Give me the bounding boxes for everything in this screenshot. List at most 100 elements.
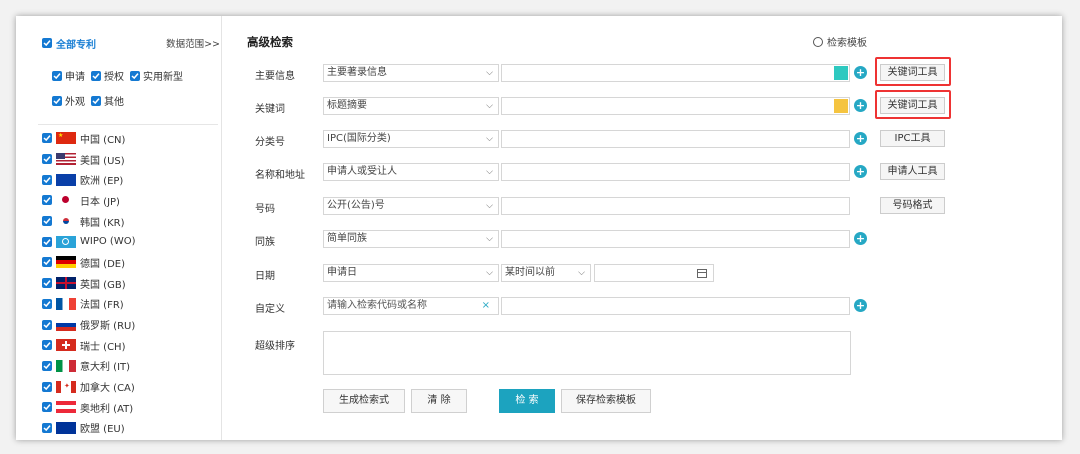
- country-item[interactable]: ✦ 加拿大 (CA): [42, 376, 220, 397]
- country-item[interactable]: 韩国 (KR): [42, 211, 220, 232]
- checkbox-checked-icon[interactable]: [91, 95, 101, 106]
- sidebar-divider: [38, 124, 218, 125]
- sidebar: 全部专利 数据范围>> 申请 授权 实用新型 外观 其他 ★ 中国 (CN) 美国 …: [16, 16, 222, 440]
- template-icon: [813, 36, 823, 47]
- name-address-select[interactable]: 申请人或受让人 ⌵: [323, 163, 499, 181]
- checkbox-checked-icon[interactable]: [42, 360, 52, 371]
- data-range-link[interactable]: 数据范围>>: [166, 36, 220, 50]
- checkbox-checked-icon[interactable]: [42, 257, 52, 268]
- country-item[interactable]: 法国 (FR): [42, 294, 220, 315]
- classification-input[interactable]: [501, 130, 850, 148]
- add-condition-icon[interactable]: +: [854, 132, 867, 145]
- save-template-button[interactable]: 保存检索模板: [561, 389, 651, 413]
- checkbox-checked-icon[interactable]: [42, 38, 52, 48]
- color-swatch: [834, 66, 848, 80]
- row-name-address: 名称和地址 申请人或受让人 ⌵ + 申请人工具: [233, 163, 1033, 181]
- chevron-down-icon: ⌵: [486, 68, 493, 78]
- advanced-search-panel: 高级检索 检索模板 主要信息 主要著录信息 ⌵ + 关键词工具 关键词 标题摘要 ⌵…: [233, 16, 1033, 440]
- clear-icon[interactable]: ×: [482, 298, 490, 314]
- country-label: 日本 (JP): [80, 196, 120, 208]
- country-item[interactable]: 欧盟 (EU): [42, 418, 220, 439]
- chevron-down-icon: ⌵: [486, 101, 493, 111]
- ipc-tool-button[interactable]: IPC工具: [880, 130, 945, 147]
- country-label: 德国 (DE): [80, 258, 125, 270]
- date-range-select[interactable]: 某时间以前 ⌵: [501, 264, 591, 282]
- sidebar-header: 全部专利 数据范围>>: [42, 36, 220, 51]
- type-design[interactable]: 外观: [52, 93, 85, 108]
- checkbox-checked-icon[interactable]: [91, 70, 101, 81]
- date-type-select[interactable]: 申请日 ⌵: [323, 264, 499, 282]
- row-number: 号码 公开(公告)号 ⌵ 号码格式: [233, 197, 1033, 215]
- country-item[interactable]: 俄罗斯 (RU): [42, 314, 220, 335]
- clear-button[interactable]: 清 除: [411, 389, 467, 413]
- country-item[interactable]: 瑞士 (CH): [42, 335, 220, 356]
- name-address-input[interactable]: [501, 163, 850, 181]
- field-label: 号码: [255, 204, 275, 215]
- country-label: 英国 (GB): [80, 279, 126, 291]
- all-patents-toggle[interactable]: 全部专利: [42, 36, 96, 51]
- checkbox-checked-icon[interactable]: [42, 278, 52, 289]
- date-input[interactable]: [594, 264, 714, 282]
- checkbox-checked-icon[interactable]: [42, 381, 52, 392]
- field-label: 分类号: [255, 137, 285, 148]
- country-item[interactable]: ★ 中国 (CN): [42, 128, 220, 149]
- flag-ep-icon: [56, 173, 76, 186]
- type-utility-model[interactable]: 实用新型: [130, 68, 183, 83]
- checkbox-checked-icon[interactable]: [130, 70, 140, 81]
- family-input[interactable]: [501, 230, 850, 248]
- keyword-field-select[interactable]: 标题摘要 ⌵: [323, 97, 499, 115]
- checkbox-checked-icon[interactable]: [42, 298, 52, 309]
- checkbox-checked-icon[interactable]: [52, 95, 62, 106]
- checkbox-checked-icon[interactable]: [42, 154, 52, 165]
- applicant-tool-button[interactable]: 申请人工具: [880, 163, 945, 180]
- checkbox-checked-icon[interactable]: [42, 402, 52, 413]
- calendar-icon[interactable]: [697, 269, 707, 278]
- flag-kr-icon: [56, 215, 76, 228]
- generate-query-button[interactable]: 生成检索式: [323, 389, 405, 413]
- checkbox-checked-icon[interactable]: [42, 236, 52, 247]
- country-item[interactable]: 欧洲 (EP): [42, 169, 220, 190]
- checkbox-checked-icon[interactable]: [42, 319, 52, 330]
- primary-info-select[interactable]: 主要著录信息 ⌵: [323, 64, 499, 82]
- keyword-input[interactable]: [501, 97, 850, 115]
- checkbox-checked-icon[interactable]: [42, 174, 52, 185]
- country-item[interactable]: WIPO (WO): [42, 231, 220, 252]
- row-custom: 自定义 请输入检索代码或名称 × +: [233, 297, 1033, 315]
- checkbox-checked-icon[interactable]: [42, 216, 52, 227]
- type-other[interactable]: 其他: [91, 93, 124, 108]
- country-label: 中国 (CN): [80, 134, 126, 146]
- country-item[interactable]: 英国 (GB): [42, 273, 220, 294]
- primary-info-input[interactable]: [501, 64, 850, 82]
- type-application[interactable]: 申请: [52, 68, 85, 83]
- checkbox-checked-icon[interactable]: [52, 70, 62, 81]
- super-sort-area[interactable]: [323, 331, 851, 375]
- classification-select[interactable]: IPC(国际分类) ⌵: [323, 130, 499, 148]
- custom-value-input[interactable]: [501, 297, 850, 315]
- number-format-button[interactable]: 号码格式: [880, 197, 945, 214]
- checkbox-checked-icon[interactable]: [42, 340, 52, 351]
- country-item[interactable]: 美国 (US): [42, 149, 220, 170]
- chevron-down-icon: ⌵: [486, 268, 493, 278]
- family-select[interactable]: 简单同族 ⌵: [323, 230, 499, 248]
- add-condition-icon[interactable]: +: [854, 66, 867, 79]
- checkbox-checked-icon[interactable]: [42, 133, 52, 144]
- search-button[interactable]: 检 索: [499, 389, 555, 413]
- add-condition-icon[interactable]: +: [854, 232, 867, 245]
- number-input[interactable]: [501, 197, 850, 215]
- country-item[interactable]: 德国 (DE): [42, 252, 220, 273]
- add-condition-icon[interactable]: +: [854, 165, 867, 178]
- type-grant[interactable]: 授权: [91, 68, 124, 83]
- add-condition-icon[interactable]: +: [854, 299, 867, 312]
- flag-de-icon: [56, 256, 76, 269]
- checkbox-checked-icon[interactable]: [42, 422, 52, 433]
- checkbox-checked-icon[interactable]: [42, 195, 52, 206]
- add-condition-icon[interactable]: +: [854, 99, 867, 112]
- custom-code-input[interactable]: 请输入检索代码或名称 ×: [323, 297, 499, 315]
- number-select[interactable]: 公开(公告)号 ⌵: [323, 197, 499, 215]
- field-label: 日期: [255, 271, 275, 282]
- country-item[interactable]: 奥地利 (AT): [42, 397, 220, 418]
- search-template-link[interactable]: 检索模板: [813, 34, 867, 49]
- country-item[interactable]: 意大利 (IT): [42, 356, 220, 377]
- field-label: 关键词: [255, 104, 285, 115]
- country-item[interactable]: 日本 (JP): [42, 190, 220, 211]
